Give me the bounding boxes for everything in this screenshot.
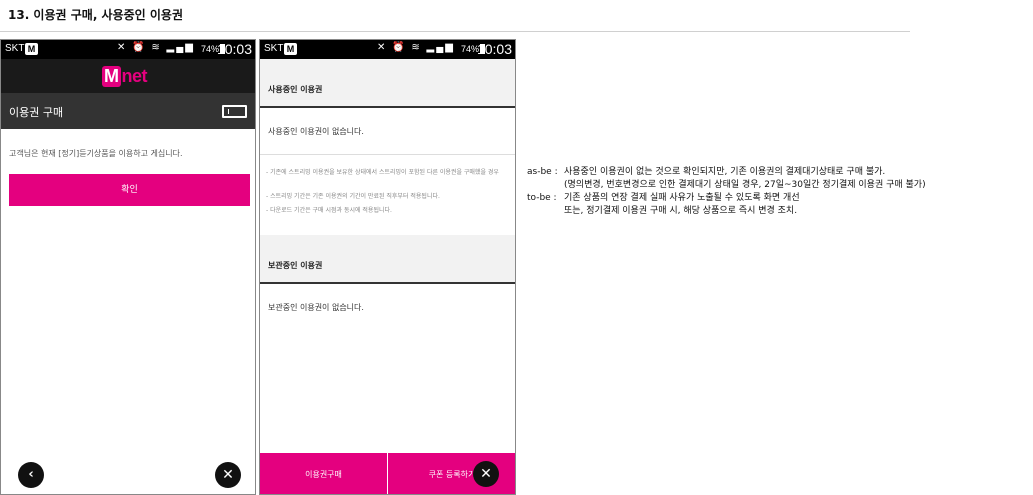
app-header: Mnet [1,59,255,93]
tobe-detail: 또는, 정기결제 이용권 구매 시, 해당 상품으로 즉시 변경 조치. [564,206,798,216]
asbe-detail: (명의변경, 번호변경으로 인한 결제대기 상태일 경우, 27일~30일간 정… [564,180,926,190]
heading-divider [0,31,910,32]
clock: 10:03 [216,41,252,57]
notice-item: - 기존에 스트리밍 이용권을 보유한 상태에서 스트리밍이 포함된 다른 이용… [266,169,499,176]
in-use-empty-message: 사용중인 이용권이 없습니다. [268,127,364,136]
asbe-label: as-be : [527,167,558,177]
notice-item: - 다운로드 기간은 구매 시점과 동시에 적용됩니다. [266,207,392,214]
close-icon[interactable]: ✕ [215,462,241,488]
tobe-row: to-be : 기존 상품의 연장 결제 실패 사유가 노출될 수 있도록 화면 … [527,192,926,205]
tobe-text: 기존 상품의 연장 결제 실패 사유가 노출될 수 있도록 화면 개선 [564,193,800,203]
carrier-badge-icon: M [25,43,38,55]
in-use-heading: 사용중인 이용권 [268,85,323,94]
buy-pass-button[interactable]: 이용권구매 [260,453,388,494]
status-bar: SKT M ✕ ⏰ ≋ ▂▄▆ 74% 10:03 [1,40,255,59]
clock: 10:03 [476,41,512,57]
status-icons: ✕ ⏰ ≋ ▂▄▆ [376,42,455,53]
logo-letter: M [102,66,121,87]
screen-title-bar: 이용권 구매 [1,93,255,129]
logo-text: net [121,66,148,86]
page-title: 13. 이용권 구매, 사용중인 이용권 [8,8,184,22]
carrier-label: SKT [264,43,284,54]
mnet-logo: Mnet [102,66,147,87]
subscription-notice: 고객님은 현재 [정기]듣기상품을 이용하고 게십니다. [9,149,183,158]
carrier-badge-icon: M [284,43,297,55]
divider [260,154,515,155]
back-arrow-icon[interactable]: ‹ [18,462,44,488]
phone-screen-purchase: SKT M ✕ ⏰ ≋ ▂▄▆ 74% 10:03 Mnet 이용권 구매 고객… [0,39,256,495]
status-bar: SKT M ✕ ⏰ ≋ ▂▄▆ 74% 10:03 [260,40,515,59]
as-is-to-be-notes: as-be : 사용중인 이용권이 없는 것으로 확인되지만, 기존 이용권의 결… [527,166,926,218]
stored-empty-message: 보관중인 이용권이 없습니다. [268,303,364,312]
phone-screen-my-passes: SKT M ✕ ⏰ ≋ ▂▄▆ 74% 10:03 사용중인 이용권 사용중인 … [259,39,516,495]
stored-heading: 보관중인 이용권 [268,261,323,270]
confirm-button[interactable]: 확인 [9,174,250,206]
screen-title: 이용권 구매 [9,106,64,119]
menu-icon[interactable] [222,105,247,118]
close-icon[interactable]: ✕ [473,461,499,487]
notice-item: - 스트리밍 기간은 기존 이용권의 기간이 만료된 직후부터 적용됩니다. [266,193,440,200]
stored-section-header: 보관중인 이용권 [260,235,515,284]
in-use-section-header: 사용중인 이용권 [260,59,515,108]
asbe-text: 사용중인 이용권이 없는 것으로 확인되지만, 기존 이용권의 결제대기상태로 … [564,167,886,177]
status-icons: ✕ ⏰ ≋ ▂▄▆ [116,42,195,53]
tobe-label: to-be : [527,193,557,203]
carrier-label: SKT [5,43,25,54]
asbe-row: as-be : 사용중인 이용권이 없는 것으로 확인되지만, 기존 이용권의 결… [527,166,926,179]
